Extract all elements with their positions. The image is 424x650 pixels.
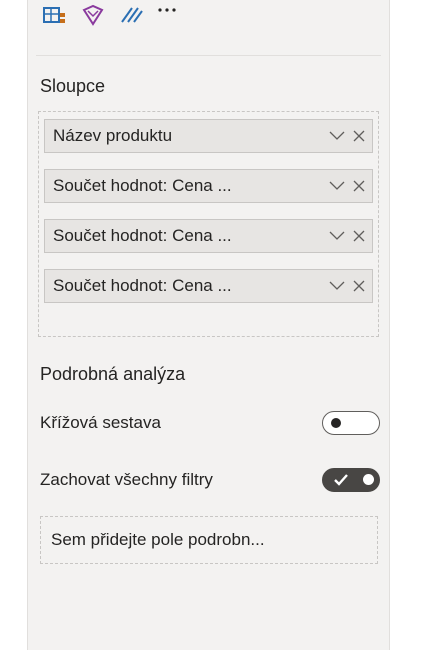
field-pill-label: Součet hodnot: Cena ...	[53, 276, 232, 295]
matrix-visual-icon[interactable]	[42, 4, 68, 26]
drop-zone-placeholder: Sem přidejte pole podrobn...	[51, 530, 265, 549]
field-pill-label: Součet hodnot: Cena ...	[53, 176, 232, 195]
custom-visual-icon[interactable]	[80, 4, 106, 26]
cross-report-toggle[interactable]	[322, 411, 380, 435]
keep-all-filters-label: Zachovat všechny filtry	[40, 470, 213, 489]
field-pill-sum-price-1[interactable]: Součet hodnot: Cena ...	[44, 169, 373, 203]
right-canvas-edge	[390, 0, 424, 650]
checkmark-icon	[334, 474, 348, 486]
visualizations-pane: Sloupce Název produktu Součet hodnot: Ce…	[27, 0, 390, 650]
field-pill-label: Součet hodnot: Cena ...	[53, 226, 232, 245]
field-pill-sum-price-3[interactable]: Součet hodnot: Cena ...	[44, 269, 373, 303]
field-pill-product-name[interactable]: Název produktu	[44, 119, 373, 153]
chevron-down-icon[interactable]	[328, 177, 346, 195]
columns-section-title: Sloupce	[40, 76, 106, 96]
left-canvas-edge	[0, 0, 27, 650]
chevron-down-icon[interactable]	[328, 277, 346, 295]
field-pill-sum-price-2[interactable]: Součet hodnot: Cena ...	[44, 219, 373, 253]
keep-all-filters-toggle[interactable]	[322, 468, 380, 492]
section-divider	[36, 55, 381, 56]
format-icon[interactable]	[118, 4, 144, 26]
toggle-knob	[363, 474, 374, 485]
more-options-icon[interactable]	[156, 4, 178, 26]
keep-all-filters-row: Zachovat všechny filtry	[40, 465, 380, 495]
close-icon[interactable]	[350, 277, 368, 295]
visual-icon-row	[42, 0, 178, 26]
field-pill-label: Název produktu	[53, 126, 173, 145]
columns-field-well[interactable]: Název produktu Součet hodnot: Cena ... S…	[38, 111, 379, 337]
cross-report-label: Křížová sestava	[40, 413, 161, 432]
toggle-knob	[331, 418, 341, 428]
drillthrough-section-title: Podrobná analýza	[40, 364, 186, 384]
drillthrough-drop-zone[interactable]: Sem přidejte pole podrobn...	[40, 516, 378, 564]
close-icon[interactable]	[350, 227, 368, 245]
close-icon[interactable]	[350, 127, 368, 145]
chevron-down-icon[interactable]	[328, 127, 346, 145]
cross-report-row: Křížová sestava	[40, 408, 380, 438]
chevron-down-icon[interactable]	[328, 227, 346, 245]
close-icon[interactable]	[350, 177, 368, 195]
